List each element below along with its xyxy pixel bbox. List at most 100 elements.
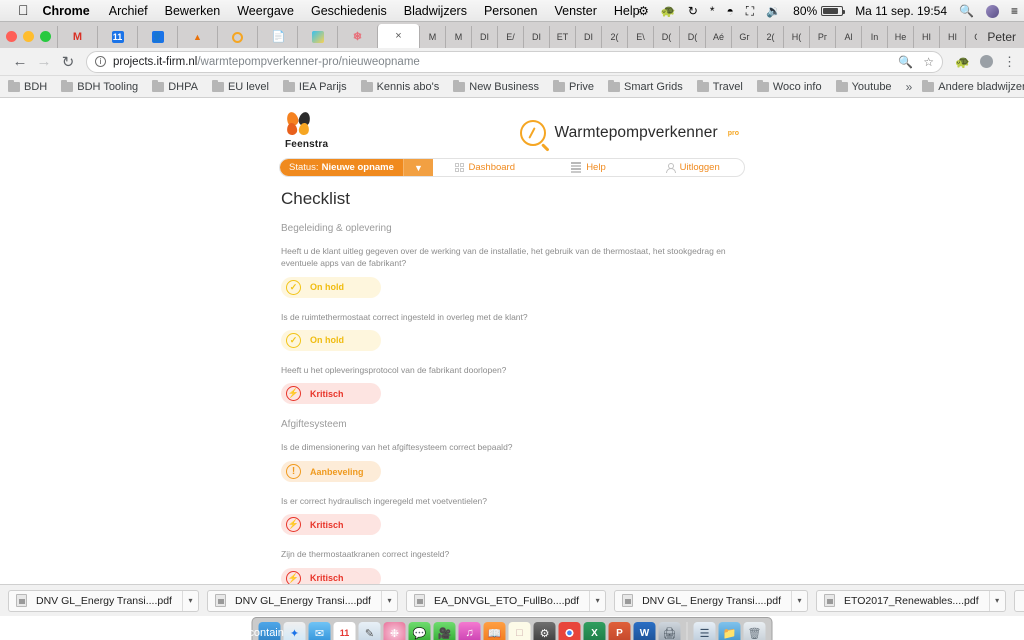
notification-center-icon[interactable]: ≡	[1011, 5, 1018, 17]
nav-dashboard[interactable]: Dashboard	[433, 162, 537, 173]
menu-item-venster[interactable]: Venster	[554, 4, 596, 18]
browser-tab[interactable]: 2(	[601, 26, 627, 48]
browser-tab[interactable]: DI	[523, 26, 549, 48]
status-chip[interactable]: Status: Nieuwe opname	[280, 159, 403, 176]
bluetooth-icon[interactable]: *	[710, 5, 715, 17]
scanner-icon[interactable]: 🖨	[658, 622, 681, 640]
bookmark-item[interactable]: BDH	[8, 79, 47, 93]
nav-uitloggen[interactable]: Uitloggen	[640, 162, 744, 173]
bookmark-item[interactable]: Youtube	[835, 79, 892, 93]
itunes-icon[interactable]: ♫	[458, 622, 481, 640]
browser-tab[interactable]: HI	[939, 26, 965, 48]
browser-tab[interactable]: M	[419, 26, 445, 48]
wifi-icon[interactable]: ◓	[727, 5, 734, 17]
browser-tab[interactable]: In	[861, 26, 887, 48]
browser-tab[interactable]: Aé	[705, 26, 731, 48]
browser-tab[interactable]: DI	[471, 26, 497, 48]
evernote-icon[interactable]: 🐢	[661, 5, 676, 17]
status-badge-kritisch[interactable]: ⚡ Kritisch	[281, 514, 381, 536]
messages-icon[interactable]: 💬	[408, 622, 431, 640]
other-bookmarks-item[interactable]: Andere bladwijzers	[922, 79, 1024, 93]
photos-icon[interactable]: ❉	[383, 622, 406, 640]
bookmark-item[interactable]: Smart Grids	[608, 79, 683, 93]
status-badge-onhold[interactable]: ✓ On hold	[281, 276, 381, 298]
back-arrow-icon[interactable]: ←	[8, 53, 32, 70]
download-item[interactable]: DNV GL_Energy Transi....pdf ▾	[8, 589, 199, 612]
download-item[interactable]: DNV GL_ Energy Transi....pdf ▾	[614, 589, 808, 612]
info-circle-icon[interactable]: i	[95, 56, 106, 67]
download-item[interactable]: ETO2017_Renewables....pdf ▾	[816, 589, 1006, 612]
download-menu-caret-icon[interactable]: ▾	[988, 590, 1005, 611]
airplay-icon[interactable]: ⛶	[746, 5, 754, 17]
timemachine-icon[interactable]: ↻	[688, 5, 698, 17]
menu-item-chrome[interactable]: Chrome	[43, 4, 90, 18]
battery-status[interactable]: 80%	[793, 4, 846, 18]
bookmark-item[interactable]: Prive	[552, 79, 594, 93]
status-badge-aanbeveling[interactable]: ! Aanbeveling	[281, 461, 381, 483]
browser-tab[interactable]: D(	[679, 26, 705, 48]
safari-icon[interactable]: ✦	[283, 622, 306, 640]
browser-tab[interactable]: H(	[783, 26, 809, 48]
forward-arrow-icon[interactable]: →	[32, 53, 56, 70]
excel-icon[interactable]: X	[583, 622, 606, 640]
nav-help[interactable]: Help	[537, 162, 641, 173]
menu-item-weergave[interactable]: Weergave	[237, 4, 294, 18]
download-menu-caret-icon[interactable]: ▾	[181, 590, 198, 611]
bookmark-item[interactable]: Travel	[696, 79, 743, 93]
download-item[interactable]: DNV GL_Energy Transi....pdf ▾	[206, 589, 398, 612]
gray-extension-icon[interactable]	[980, 55, 993, 68]
dropbox-icon[interactable]: ⚙	[638, 5, 649, 17]
menu-item-personen[interactable]: Personen	[484, 4, 538, 18]
status-badge-kritisch[interactable]: ⚡ Kritisch	[281, 383, 381, 405]
system-preferences-icon[interactable]: ⚙	[533, 622, 556, 640]
address-bar[interactable]: i projects.it-firm.nl/warmtepompverkenne…	[86, 50, 944, 73]
menu-item-bewerken[interactable]: Bewerken	[165, 4, 221, 18]
spotlight-search-icon[interactable]: 🔍	[959, 5, 974, 17]
chrome-icon[interactable]: ●	[558, 622, 581, 640]
menu-item-archief[interactable]: Archief	[109, 4, 148, 18]
downloads-folder-icon[interactable]: 📁	[718, 622, 741, 640]
bookmark-item[interactable]: New Business	[453, 79, 539, 93]
browser-tab[interactable]: ET	[549, 26, 575, 48]
tab-close-icon[interactable]: ×	[395, 30, 401, 42]
evernote-extension-icon[interactable]: 🐢	[955, 55, 970, 69]
browser-tab[interactable]: ❄	[337, 26, 377, 48]
siri-icon[interactable]	[985, 4, 999, 18]
notes-icon[interactable]: □	[508, 622, 531, 640]
browser-tab[interactable]: E/	[497, 26, 523, 48]
download-menu-caret-icon[interactable]: ▾	[791, 590, 807, 611]
browser-tab[interactable]: ▲	[177, 26, 217, 48]
bookmarks-overflow-icon[interactable]: »	[906, 80, 913, 94]
ibooks-icon[interactable]: 📖	[483, 622, 506, 640]
status-badge-kritisch[interactable]: ⚡ Kritisch	[281, 567, 381, 584]
window-minimize-button[interactable]	[23, 31, 34, 42]
word-icon[interactable]: W	[633, 622, 656, 640]
bookmark-item[interactable]: DHPA	[152, 79, 198, 93]
trash-icon[interactable]: 🗑	[743, 622, 766, 640]
finder-icon[interactable]: €container;	[242, 622, 297, 640]
bookmark-item[interactable]: IEA Parijs	[282, 79, 347, 93]
kebab-menu-icon[interactable]: ⋮	[1003, 55, 1016, 68]
browser-tab[interactable]: 11	[97, 26, 137, 48]
browser-tab[interactable]	[297, 26, 337, 48]
browser-tab[interactable]: 📄	[257, 26, 297, 48]
calendar-icon[interactable]: 11	[333, 622, 356, 640]
show-all-downloads-button[interactable]: ⬇ Toon alles	[1013, 589, 1024, 612]
browser-tab[interactable]: HI	[913, 26, 939, 48]
browser-tab[interactable]: 👤	[137, 26, 177, 48]
menu-item-geschiedenis[interactable]: Geschiedenis	[311, 4, 387, 18]
feenstra-logo[interactable]: Feenstra	[281, 110, 328, 150]
bookmark-item[interactable]: BDH Tooling	[61, 79, 138, 93]
bookmark-item[interactable]: Woco info	[756, 79, 822, 93]
browser-tab[interactable]: Cl	[965, 26, 978, 48]
window-close-button[interactable]	[6, 31, 17, 42]
bookmark-item[interactable]: EU level	[211, 79, 269, 93]
download-menu-caret-icon[interactable]: ▾	[589, 590, 605, 611]
zoom-out-icon[interactable]: 🔍	[898, 55, 913, 69]
browser-tab[interactable]: Pг	[809, 26, 835, 48]
browser-tab[interactable]: E\	[627, 26, 653, 48]
powerpoint-icon[interactable]: P	[608, 622, 631, 640]
volume-icon[interactable]: 🔉	[766, 5, 781, 17]
browser-tab[interactable]: M	[445, 26, 471, 48]
browser-tab[interactable]: M	[57, 26, 97, 48]
